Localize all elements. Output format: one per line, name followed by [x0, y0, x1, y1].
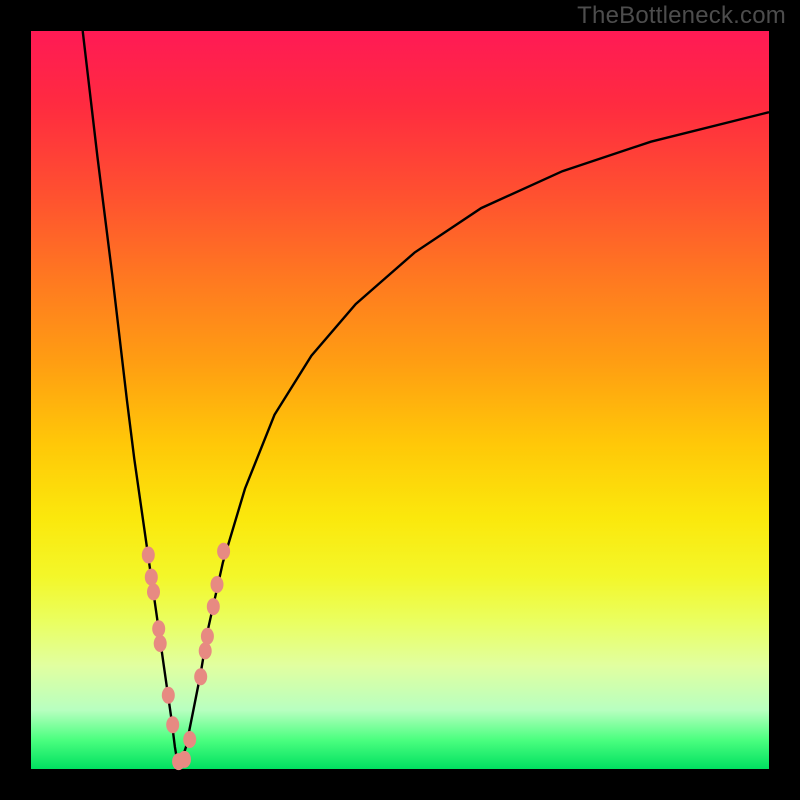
data-marker: [145, 569, 158, 586]
data-marker: [199, 642, 212, 659]
chart-frame: TheBottleneck.com: [0, 0, 800, 800]
bottleneck-curve-right: [179, 112, 769, 769]
bottleneck-curve-svg: [31, 31, 769, 769]
watermark-text: TheBottleneck.com: [577, 2, 786, 30]
data-marker: [207, 598, 220, 615]
data-markers: [142, 543, 230, 770]
data-marker: [201, 628, 214, 645]
data-marker: [147, 583, 160, 600]
data-marker: [162, 687, 175, 704]
data-marker: [217, 543, 230, 560]
data-marker: [152, 620, 165, 637]
data-marker: [194, 668, 207, 685]
data-marker: [166, 716, 179, 733]
data-marker: [183, 731, 196, 748]
plot-area: [31, 31, 769, 769]
data-marker: [211, 576, 224, 593]
data-marker: [154, 635, 167, 652]
bottleneck-curve-left: [83, 31, 179, 769]
data-marker: [178, 751, 191, 768]
data-marker: [142, 547, 155, 564]
